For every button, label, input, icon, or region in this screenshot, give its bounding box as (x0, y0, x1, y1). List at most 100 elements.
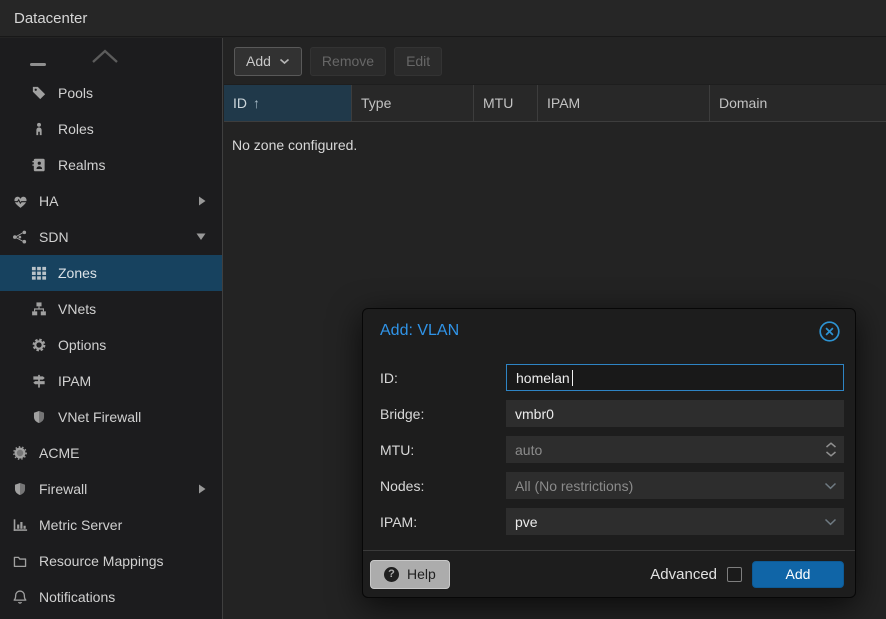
network-nodes-icon (11, 229, 29, 245)
sidebar-item-vnet-firewall[interactable]: VNet Firewall (0, 399, 222, 435)
sidebar-item-vnets[interactable]: VNets (0, 291, 222, 327)
shield-icon (11, 481, 29, 497)
sidebar-scroll-up-indicator[interactable] (0, 38, 222, 75)
column-header-id[interactable]: ID ↑ (224, 85, 352, 121)
nodes-field-label: Nodes: (380, 478, 506, 494)
remove-button[interactable]: Remove (310, 47, 386, 76)
sidebar-item-firewall[interactable]: Firewall (0, 471, 222, 507)
shield-icon (30, 409, 48, 425)
empty-table-text: No zone configured. (232, 137, 357, 153)
bridge-input-value: vmbr0 (515, 406, 554, 422)
ipam-combo-value: pve (515, 514, 538, 530)
column-header-ipam[interactable]: IPAM (538, 85, 710, 121)
sidebar-item-label: SDN (39, 229, 69, 245)
sidebar-item-label: Realms (58, 157, 105, 173)
sidebar-item-sdn[interactable]: SDN (0, 219, 222, 255)
column-header-domain[interactable]: Domain (710, 85, 886, 121)
bridge-input[interactable]: vmbr0 (506, 400, 844, 427)
edit-button[interactable]: Edit (394, 47, 442, 76)
heartbeat-icon (11, 194, 29, 209)
sitemap-icon (30, 301, 48, 317)
sidebar-item-metric-server[interactable]: Metric Server (0, 507, 222, 543)
mtu-field-label: MTU: (380, 442, 506, 458)
bell-icon (11, 589, 29, 605)
person-icon (30, 121, 48, 137)
gear-icon (30, 337, 48, 353)
sidebar-item-ha[interactable]: HA (0, 183, 222, 219)
sidebar-item-label: Resource Mappings (39, 553, 164, 569)
id-field-label: ID: (380, 370, 506, 386)
folder-icon (11, 554, 29, 569)
text-caret (572, 370, 574, 386)
nodes-combo[interactable]: All (No restrictions) (506, 472, 844, 499)
dialog-title: Add: VLAN (380, 322, 459, 340)
help-button[interactable]: ? Help (370, 560, 450, 589)
sidebar-item-label: IPAM (58, 373, 91, 389)
chevron-down-icon (279, 58, 290, 65)
dialog-titlebar[interactable]: Add: VLAN (363, 309, 855, 351)
sidebar-item-pools[interactable]: Pools (0, 75, 222, 111)
tag-icon (30, 85, 48, 101)
bridge-field-label: Bridge: (380, 406, 506, 422)
advanced-label: Advanced (650, 566, 717, 583)
zones-toolbar: Add Remove Edit (224, 38, 886, 84)
bar-chart-icon (11, 517, 29, 533)
id-input[interactable]: homelan (506, 364, 844, 391)
combo-chevron-down-icon[interactable] (824, 472, 837, 499)
sidebar-item-options[interactable]: Options (0, 327, 222, 363)
remove-button-label: Remove (322, 53, 374, 69)
sidebar: Pools Roles Realms HA (0, 38, 223, 619)
sidebar-item-label: Firewall (39, 481, 87, 497)
combo-chevron-down-icon[interactable] (824, 508, 837, 535)
advanced-checkbox[interactable] (727, 567, 742, 582)
expand-right-icon (199, 196, 206, 206)
grid-icon (30, 265, 48, 281)
submit-add-button[interactable]: Add (752, 561, 844, 588)
column-header-mtu[interactable]: MTU (474, 85, 538, 121)
ipam-combo[interactable]: pve (506, 508, 844, 535)
sidebar-item-label: Roles (58, 121, 94, 137)
sidebar-item-label: Options (58, 337, 106, 353)
mtu-placeholder: auto (515, 442, 542, 458)
sidebar-item-roles[interactable]: Roles (0, 111, 222, 147)
nodes-placeholder: All (No restrictions) (515, 478, 633, 494)
ipam-field-label: IPAM: (380, 514, 506, 530)
sidebar-item-label: Zones (58, 265, 97, 281)
certificate-icon (11, 445, 29, 461)
expand-right-icon (199, 484, 206, 494)
id-input-value: homelan (516, 370, 570, 386)
dialog-footer: ? Help Advanced Add (363, 550, 855, 597)
page-title: Datacenter (14, 10, 87, 27)
add-vlan-dialog: Add: VLAN ID: homelan Bridge: vmbr0 MTU:… (362, 308, 856, 598)
submit-add-label: Add (786, 566, 811, 582)
sidebar-item-label: Metric Server (39, 517, 122, 533)
map-signs-icon (30, 373, 48, 389)
sort-ascending-icon: ↑ (253, 95, 260, 111)
sidebar-item-label: VNets (58, 301, 96, 317)
sidebar-item-label: HA (39, 193, 58, 209)
add-button[interactable]: Add (234, 47, 302, 76)
scroll-up-chevron-icon (90, 47, 120, 68)
address-book-icon (30, 157, 48, 173)
add-button-label: Add (246, 53, 271, 69)
dialog-form: ID: homelan Bridge: vmbr0 MTU: auto N (363, 351, 855, 535)
spinner-up-down-icon[interactable] (825, 436, 837, 463)
sidebar-item-label: Notifications (39, 589, 115, 605)
question-circle-icon: ? (384, 567, 399, 582)
close-icon[interactable] (818, 320, 841, 343)
sidebar-item-zones[interactable]: Zones (0, 255, 222, 291)
mtu-spinner[interactable]: auto (506, 436, 844, 463)
sidebar-item-acme[interactable]: ACME (0, 435, 222, 471)
help-button-label: Help (407, 566, 436, 582)
sidebar-item-realms[interactable]: Realms (0, 147, 222, 183)
zones-table-header: ID ↑ Type MTU IPAM Domain (224, 84, 886, 122)
zones-table-body: No zone configured. (224, 122, 886, 153)
edit-button-label: Edit (406, 53, 430, 69)
sidebar-item-ipam[interactable]: IPAM (0, 363, 222, 399)
sidebar-item-label: VNet Firewall (58, 409, 141, 425)
sidebar-item-notifications[interactable]: Notifications (0, 579, 222, 615)
column-header-type[interactable]: Type (352, 85, 474, 121)
top-bar: Datacenter (0, 0, 886, 37)
sidebar-item-resource-mappings[interactable]: Resource Mappings (0, 543, 222, 579)
sidebar-item-label: ACME (39, 445, 79, 461)
